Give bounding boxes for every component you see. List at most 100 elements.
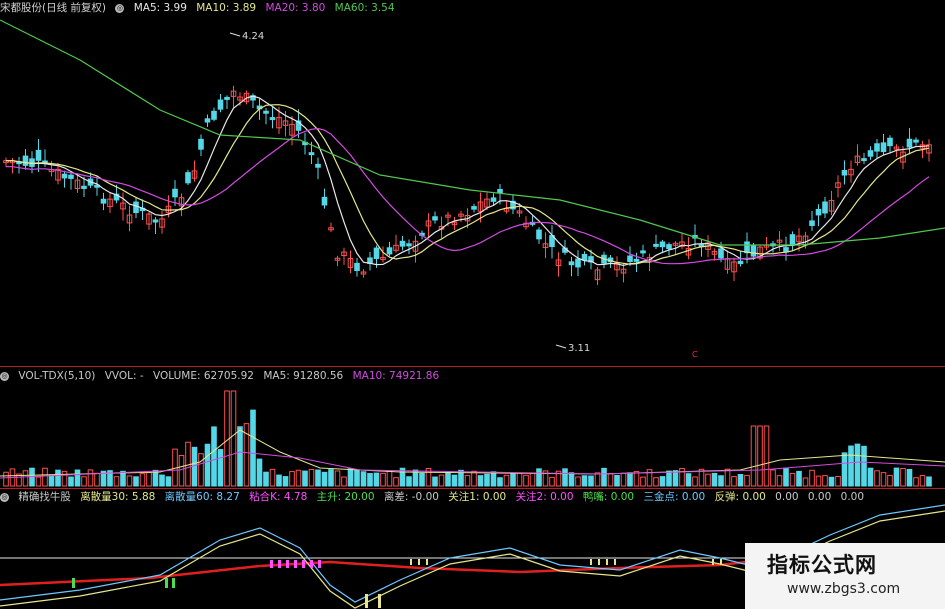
low-pointer xyxy=(555,344,567,349)
volume-bar xyxy=(94,472,100,487)
volume-bar xyxy=(880,472,887,487)
watermark-url: www.zbgs3.com xyxy=(787,581,901,597)
volume-bar xyxy=(282,476,289,487)
volume-bar xyxy=(269,468,276,487)
volume-bar xyxy=(471,470,477,487)
ma20-readout: MA20: 3.80 xyxy=(265,2,326,14)
volume-bar xyxy=(126,475,133,487)
volume-bar xyxy=(614,475,620,487)
ind-item: 粘合K: 4.78 xyxy=(249,491,308,503)
volume-bar xyxy=(607,473,614,487)
indicator-title: 精确找牛股 xyxy=(18,491,71,503)
volume-bar xyxy=(601,467,607,487)
volume-bar xyxy=(763,425,770,487)
volume-bar xyxy=(835,475,841,487)
volume-bar xyxy=(516,472,523,487)
volume-bar xyxy=(204,443,211,487)
ind-item: 三金点: 0.00 xyxy=(643,491,706,503)
ind-item: 反弹: 0.00 xyxy=(714,491,766,503)
candle-body xyxy=(633,258,640,262)
candle-body xyxy=(224,96,230,100)
candle-body xyxy=(575,258,581,268)
volume-bar xyxy=(68,476,74,487)
volume-bar xyxy=(74,469,81,487)
volume-bar xyxy=(55,469,61,487)
volume-bar xyxy=(347,468,354,487)
volume-bar xyxy=(536,468,542,487)
candle-body xyxy=(809,220,815,226)
volume-bar xyxy=(22,470,29,487)
candle-body xyxy=(913,139,919,143)
volume-bar xyxy=(263,471,269,487)
signal-bar-yellow xyxy=(378,594,381,608)
volume-bar xyxy=(653,477,659,487)
candle-body xyxy=(815,208,822,216)
candle-body xyxy=(880,142,887,153)
volume-bar xyxy=(919,475,926,487)
candle-body xyxy=(399,240,406,247)
volume-bar xyxy=(861,445,867,487)
volume-bar xyxy=(393,477,399,487)
volume-bar xyxy=(451,474,458,487)
settings-circle-icon[interactable]: ◎ xyxy=(0,492,9,502)
volume-bar xyxy=(887,474,893,487)
candle-body xyxy=(133,201,139,214)
ind-item: 离差: -0.00 xyxy=(383,491,439,503)
vol-ma5-readout: MA5: 91280.56 xyxy=(263,370,344,382)
volume-bar xyxy=(568,472,575,487)
volume-bar xyxy=(198,453,204,487)
signal-tick xyxy=(598,559,600,565)
high-price-label: 4.24 xyxy=(242,31,265,42)
volume-bar xyxy=(360,471,367,487)
volume-bar xyxy=(744,474,750,487)
signal-bar-green xyxy=(165,578,168,588)
volume-bar xyxy=(588,475,594,487)
signal-tick xyxy=(606,559,608,565)
vvol-readout: VVOL: - xyxy=(104,370,144,382)
high-pointer xyxy=(229,32,241,37)
settings-circle-icon[interactable]: ◎ xyxy=(0,371,9,381)
volume-bar xyxy=(679,467,685,487)
volume-bar xyxy=(848,445,854,487)
volume-bar xyxy=(302,470,308,487)
volume-bar xyxy=(562,468,568,487)
signal-bar-yellow xyxy=(365,594,368,608)
volume-bar xyxy=(854,443,861,487)
watermark-cn: 指标公式网 xyxy=(767,553,877,577)
volume-bar xyxy=(406,476,412,487)
signal-tick xyxy=(590,559,592,565)
candle-body xyxy=(432,216,438,221)
volume-bar xyxy=(913,477,919,487)
candle-body xyxy=(874,143,880,152)
volume-bar xyxy=(503,474,510,487)
volume-bar xyxy=(386,470,393,487)
volume-bar xyxy=(146,471,152,487)
signal-bar-magenta xyxy=(310,560,313,568)
volume-bar xyxy=(237,426,243,487)
volume-bar xyxy=(373,472,380,487)
candle-body xyxy=(35,149,42,161)
volume-bar xyxy=(490,471,497,487)
volume-bar xyxy=(48,474,55,487)
volume-bar xyxy=(874,470,880,487)
candle-body xyxy=(308,152,315,156)
ind-item: 离散量60: 8.27 xyxy=(164,491,240,503)
candle-body xyxy=(789,234,796,246)
volume-bar xyxy=(438,474,445,487)
volume-bar xyxy=(419,472,425,487)
volume-bar xyxy=(659,476,666,487)
signal-tick xyxy=(410,559,412,565)
candle-body xyxy=(373,247,380,259)
settings-circle-icon[interactable]: ◎ xyxy=(115,3,125,13)
ind-item: 关注1: 0.00 xyxy=(448,491,507,503)
stock-chart-canvas[interactable] xyxy=(0,0,945,609)
candle-body xyxy=(666,244,672,250)
volume-readout: VOLUME: 62705.92 xyxy=(153,370,254,382)
signal-tick xyxy=(712,559,714,565)
candle-body xyxy=(204,118,211,123)
candle-body xyxy=(861,158,867,162)
volume-bar xyxy=(926,476,932,487)
signal-bar-magenta xyxy=(270,560,273,568)
volume-bar xyxy=(354,469,360,487)
volume-bar xyxy=(256,458,263,487)
